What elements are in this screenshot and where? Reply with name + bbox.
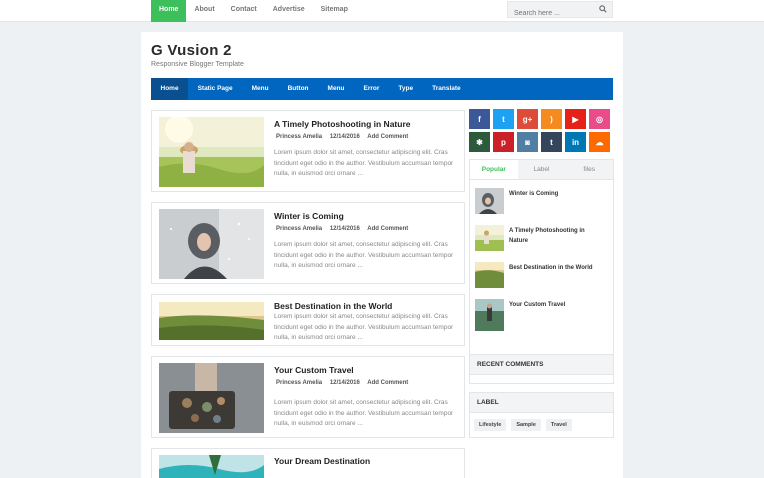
post-title[interactable]: Your Dream Destination <box>274 456 370 466</box>
label-tag[interactable]: Sample <box>511 419 541 431</box>
post-meta: Princess Amelia 12/14/2016 Add Comment <box>276 134 414 140</box>
post-title[interactable]: Best Destination in the World <box>274 301 392 311</box>
recent-comments-widget: RECENT COMMENTS <box>469 354 614 384</box>
post-card: Your Dream Destination <box>151 448 465 478</box>
popular-post-title[interactable]: Winter is Coming <box>509 189 605 199</box>
blog-title[interactable]: G Vusion 2 <box>151 42 232 59</box>
main-navigation: Home Static Page Menu Button Menu Error … <box>151 78 613 100</box>
popular-post-thumbnail[interactable] <box>475 188 504 214</box>
search-input[interactable] <box>508 6 588 21</box>
label-list: Lifestyle Sample Travel <box>470 413 613 437</box>
tabbed-widget: Popular Label files Winter is Coming A T… <box>469 159 614 375</box>
top-navigation: Home About Contact Advertise Sitemap <box>151 0 356 22</box>
topnav-item-sitemap[interactable]: Sitemap <box>313 0 356 22</box>
post-thumbnail[interactable] <box>159 302 264 340</box>
mainnav-item-error[interactable]: Error <box>354 78 389 100</box>
mainnav-item-home[interactable]: Home <box>151 78 189 100</box>
post-thumbnail[interactable] <box>159 363 264 433</box>
tab-label[interactable]: Label <box>517 160 566 179</box>
popular-post-title[interactable]: Your Custom Travel <box>509 300 605 310</box>
post-date: 12/14/2016 <box>329 134 360 140</box>
post-excerpt: Lorem ipsum dolor sit amet, consectetur … <box>274 149 454 177</box>
popular-post-title[interactable]: Best Destination in the World <box>509 263 605 273</box>
post-title[interactable]: A Timely Photoshooting in Nature <box>274 119 410 129</box>
search-icon[interactable] <box>599 5 607 13</box>
post-author[interactable]: Princess Amelia <box>276 380 322 386</box>
search-box <box>507 1 613 21</box>
top-bar: Home About Contact Advertise Sitemap <box>0 0 764 22</box>
soundcloud-icon[interactable]: ☁ <box>589 132 610 152</box>
post-comment-link[interactable]: Add Comment <box>367 226 408 232</box>
pinterest-icon[interactable]: p <box>493 132 514 152</box>
post-meta: Princess Amelia 12/14/2016 Add Comment <box>276 380 414 386</box>
post-date: 12/14/2016 <box>329 226 360 232</box>
post-excerpt: Lorem ipsum dolor sit amet, consectetur … <box>274 241 454 269</box>
twitter-icon[interactable]: t <box>493 109 514 129</box>
topnav-item-advertise[interactable]: Advertise <box>265 0 313 22</box>
rss-icon[interactable]: ) <box>541 109 562 129</box>
widget-header: RECENT COMMENTS <box>470 355 613 375</box>
main-container: G Vusion 2 Responsive Blogger Template H… <box>141 32 623 478</box>
youtube-icon[interactable]: ▶ <box>565 109 586 129</box>
post-date: 12/14/2016 <box>329 380 360 386</box>
post-card: Winter is Coming Princess Amelia 12/14/2… <box>151 202 465 284</box>
post-excerpt: Lorem ipsum dolor sit amet, consectetur … <box>274 399 454 427</box>
post-title[interactable]: Your Custom Travel <box>274 365 354 375</box>
mainnav-item-static-page[interactable]: Static Page <box>188 78 242 100</box>
post-comment-link[interactable]: Add Comment <box>367 380 408 386</box>
post-thumbnail[interactable] <box>159 455 264 478</box>
popular-post-thumbnail[interactable] <box>475 225 504 251</box>
post-excerpt: Lorem ipsum dolor sit amet, consectetur … <box>274 313 454 341</box>
post-card: A Timely Photoshooting in Nature Princes… <box>151 110 465 192</box>
post-author[interactable]: Princess Amelia <box>276 226 322 232</box>
blog-subtitle: Responsive Blogger Template <box>151 61 244 68</box>
post-title[interactable]: Winter is Coming <box>274 211 344 221</box>
post-thumbnail[interactable] <box>159 209 264 279</box>
mainnav-item-menu-2[interactable]: Menu <box>318 78 354 100</box>
mainnav-item-translate[interactable]: Translate <box>423 78 471 100</box>
facebook-icon[interactable]: f <box>469 109 490 129</box>
post-meta: Princess Amelia 12/14/2016 Add Comment <box>276 226 414 232</box>
popular-post-thumbnail[interactable] <box>475 262 504 288</box>
post-author[interactable]: Princess Amelia <box>276 134 322 140</box>
popular-post-thumbnail[interactable] <box>475 299 504 331</box>
linkedin-icon[interactable]: in <box>565 132 586 152</box>
label-tag[interactable]: Lifestyle <box>474 419 507 431</box>
instagram-icon[interactable]: ◙ <box>517 132 538 152</box>
post-card: Best Destination in the World Lorem ipsu… <box>151 294 465 346</box>
google-plus-icon[interactable]: g+ <box>517 109 538 129</box>
mainnav-item-type[interactable]: Type <box>389 78 423 100</box>
topnav-item-about[interactable]: About <box>186 0 222 22</box>
widget-tabs: Popular Label files <box>470 160 614 180</box>
post-thumbnail[interactable] <box>159 117 264 187</box>
post-comment-link[interactable]: Add Comment <box>367 134 408 140</box>
popular-post-title[interactable]: A Timely Photoshooting in Nature <box>509 226 605 246</box>
social-buttons: f t g+ ) ▶ ◎ ✱ p ◙ t in ☁ <box>469 109 615 152</box>
mainnav-item-button[interactable]: Button <box>278 78 318 100</box>
tab-files[interactable]: files <box>565 160 614 179</box>
label-widget: LABEL Lifestyle Sample Travel <box>469 392 614 438</box>
dribbble-icon[interactable]: ◎ <box>589 109 610 129</box>
delicious-icon[interactable]: ✱ <box>469 132 490 152</box>
post-card: Your Custom Travel Princess Amelia 12/14… <box>151 356 465 438</box>
mainnav-item-menu[interactable]: Menu <box>242 78 278 100</box>
label-tag[interactable]: Travel <box>545 419 572 431</box>
tab-popular[interactable]: Popular <box>470 160 518 179</box>
widget-header: LABEL <box>470 393 613 413</box>
topnav-item-contact[interactable]: Contact <box>223 0 265 22</box>
tumblr-icon[interactable]: t <box>541 132 562 152</box>
topnav-item-home[interactable]: Home <box>151 0 187 22</box>
